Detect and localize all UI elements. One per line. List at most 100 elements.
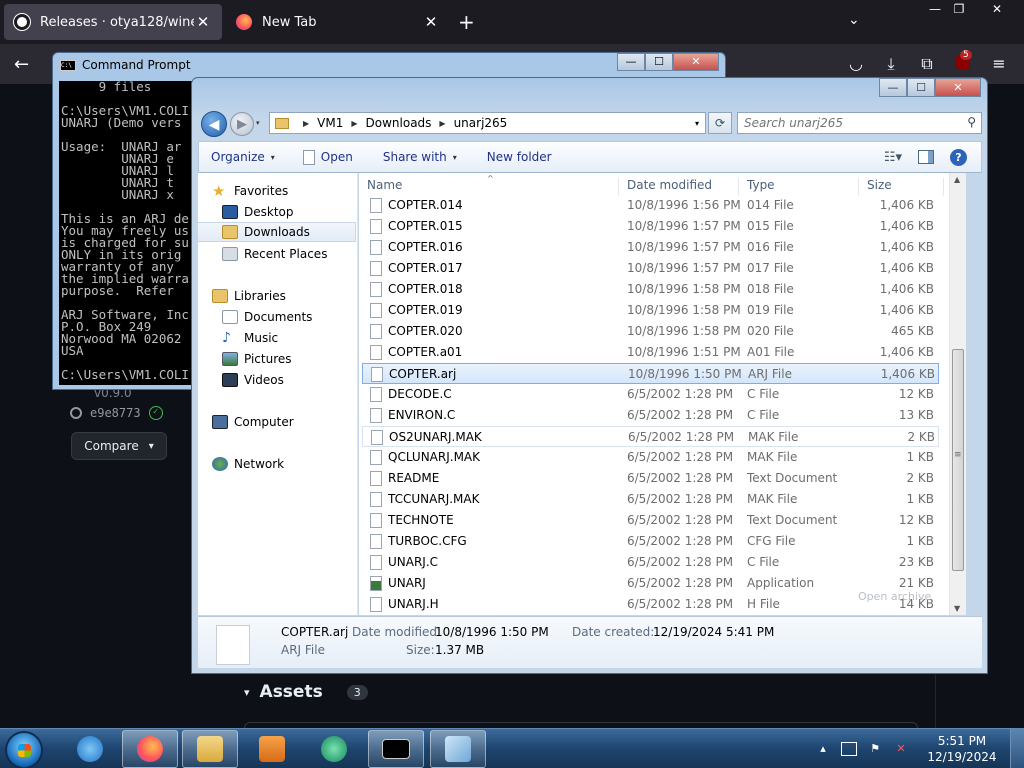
downloads-icon[interactable]: ⤓ xyxy=(880,54,902,74)
compare-button[interactable]: Compare ▾ xyxy=(71,432,167,460)
scroll-thumb[interactable]: ≡ xyxy=(952,349,964,571)
maximize-button[interactable]: ☐ xyxy=(907,78,935,97)
clock[interactable]: 5:51 PM 12/19/2024 xyxy=(914,733,1010,765)
file-row[interactable]: UNARJ.C 6/5/2002 1:28 PM C File 23 KB xyxy=(359,552,939,573)
column-name[interactable]: Name ^ xyxy=(359,174,619,196)
show-hidden-icons-icon[interactable]: ▴ xyxy=(815,742,831,756)
file-row[interactable]: COPTER.020 10/8/1996 1:58 PM 020 File 465 K… xyxy=(359,321,939,342)
file-row[interactable]: COPTER.a01 10/8/1996 1:51 PM A01 File 1,406… xyxy=(359,342,939,363)
breadcrumb-separator-icon[interactable]: ▶ xyxy=(439,119,445,128)
close-button[interactable]: ✕ xyxy=(673,53,719,71)
open-button[interactable]: Open xyxy=(302,149,353,165)
nav-recent-places[interactable]: Recent Places xyxy=(222,244,327,264)
start-button[interactable] xyxy=(5,731,43,768)
file-row[interactable]: ENVIRON.C 6/5/2002 1:28 PM C File 13 KB xyxy=(359,405,939,426)
column-size[interactable]: Size xyxy=(859,178,944,196)
file-row[interactable]: QCLUNARJ.MAK 6/5/2002 1:28 PM MAK File 1 KB xyxy=(359,447,939,468)
share-with-button[interactable]: Share with ▾ xyxy=(383,150,457,164)
extensions-icon[interactable]: ⧉ xyxy=(916,54,938,74)
maximize-button[interactable]: ❐ xyxy=(942,0,976,18)
file-row[interactable]: README 6/5/2002 1:28 PM Text Document 2 KB xyxy=(359,468,939,489)
taskbar-explorer[interactable] xyxy=(182,730,238,768)
nav-downloads[interactable]: Downloads xyxy=(198,222,356,242)
organize-button[interactable]: Organize ▾ xyxy=(211,150,275,164)
cmd-titlebar[interactable]: C:\ Command Prompt — ☐ ✕ xyxy=(53,53,725,77)
back-button[interactable]: ← xyxy=(14,54,29,75)
close-tab-icon[interactable]: ✕ xyxy=(422,13,440,31)
new-tab-button[interactable]: + xyxy=(458,10,475,34)
help-icon[interactable]: ? xyxy=(950,148,967,166)
file-row[interactable]: OS2UNARJ.MAK 6/5/2002 1:28 PM MAK File 2 KB xyxy=(362,426,939,447)
file-row[interactable]: UNARJ 6/5/2002 1:28 PM Application 21 KB xyxy=(359,573,939,594)
tab-new-tab[interactable]: New Tab ✕ xyxy=(226,4,450,40)
close-button[interactable]: ✕ xyxy=(935,78,981,97)
nav-libraries[interactable]: Libraries xyxy=(212,286,286,306)
breadcrumb-downloads[interactable]: Downloads xyxy=(366,116,432,130)
maximize-button[interactable]: ☐ xyxy=(645,53,673,71)
nav-videos[interactable]: Videos xyxy=(222,370,284,390)
recent-pages-dropdown[interactable]: ▾ xyxy=(256,119,260,127)
minimize-button[interactable]: — xyxy=(617,53,645,71)
breadcrumb-vm1[interactable]: VM1 xyxy=(317,116,343,130)
show-desktop-button[interactable] xyxy=(1010,729,1024,768)
column-date-modified[interactable]: Date modified xyxy=(619,178,739,196)
file-row[interactable]: UNARJ.H 6/5/2002 1:28 PM H File 14 KB xyxy=(359,594,939,615)
close-window-button[interactable]: ✕ xyxy=(980,0,1014,18)
file-row[interactable]: COPTER.018 10/8/1996 1:58 PM 018 File 1,406… xyxy=(359,279,939,300)
nav-music[interactable]: ♪ Music xyxy=(222,328,278,348)
file-row[interactable]: TECHNOTE 6/5/2002 1:28 PM Text Document 12 … xyxy=(359,510,939,531)
list-all-tabs-button[interactable]: ⌄ xyxy=(848,12,860,28)
file-list[interactable]: Name ^ Date modified Type Size COPTER.01… xyxy=(359,173,966,615)
file-row[interactable]: COPTER.019 10/8/1996 1:58 PM 019 File 1,406… xyxy=(359,300,939,321)
file-row[interactable]: DECODE.C 6/5/2002 1:28 PM C File 12 KB xyxy=(359,384,939,405)
taskbar-app[interactable] xyxy=(430,730,486,768)
breadcrumb-separator-icon[interactable]: ▶ xyxy=(303,119,309,128)
assets-toggle[interactable]: ▾ Assets 3 xyxy=(244,682,368,702)
nav-pictures[interactable]: Pictures xyxy=(222,349,292,369)
tab-releases[interactable]: Releases · otya128/winevdm ✕ xyxy=(4,4,222,40)
column-type[interactable]: Type xyxy=(739,178,859,196)
taskbar-media-player[interactable] xyxy=(244,730,300,768)
vertical-scrollbar[interactable]: ▲ ≡ ▼ xyxy=(949,173,966,615)
address-bar[interactable]: ▶ VM1 ▶ Downloads ▶ unarj265 ▾ xyxy=(269,112,706,134)
taskbar-firefox[interactable] xyxy=(122,730,178,768)
file-row[interactable]: COPTER.014 10/8/1996 1:56 PM 014 File 1,406… xyxy=(359,195,939,216)
taskbar-command-prompt[interactable] xyxy=(368,730,424,768)
file-row[interactable]: COPTER.016 10/8/1996 1:57 PM 016 File 1,406… xyxy=(359,237,939,258)
taskbar-internet-explorer[interactable] xyxy=(62,730,118,768)
preview-pane-icon[interactable] xyxy=(918,150,934,164)
explorer-window[interactable]: — ☐ ✕ ◀ ▶ ▾ ▶ VM1 ▶ Downloads ▶ unarj265… xyxy=(191,77,988,674)
close-tab-icon[interactable]: ✕ xyxy=(194,13,212,31)
taskbar-app-green[interactable] xyxy=(306,730,362,768)
commit-sha[interactable]: e9e8773 xyxy=(90,406,141,420)
back-arrow-icon[interactable]: ◀ xyxy=(201,111,227,137)
minimize-button[interactable]: — xyxy=(879,78,907,97)
file-row[interactable]: COPTER.017 10/8/1996 1:57 PM 017 File 1,406… xyxy=(359,258,939,279)
search-box[interactable]: ⚲ xyxy=(737,112,982,134)
network-status-icon[interactable] xyxy=(841,742,857,756)
action-center-flag-icon[interactable]: ⚑ xyxy=(867,742,883,756)
nav-favorites[interactable]: ★ Favorites xyxy=(212,181,288,201)
file-row[interactable]: TURBOC.CFG 6/5/2002 1:28 PM CFG File 1 KB xyxy=(359,531,939,552)
forward-arrow-icon[interactable]: ▶ xyxy=(230,112,254,136)
pocket-icon[interactable]: ◡ xyxy=(845,54,867,73)
new-folder-button[interactable]: New folder xyxy=(487,150,552,164)
search-input[interactable] xyxy=(738,113,958,133)
breadcrumb-separator-icon[interactable]: ▶ xyxy=(351,119,357,128)
commit-link[interactable]: e9e8773 ✓ xyxy=(70,406,163,420)
nav-desktop[interactable]: Desktop xyxy=(222,202,294,222)
breadcrumb-unarj265[interactable]: unarj265 xyxy=(454,116,508,130)
nav-computer[interactable]: Computer xyxy=(212,412,294,432)
refresh-button[interactable]: ⟳ xyxy=(708,112,732,134)
nav-documents[interactable]: Documents xyxy=(222,307,312,327)
menu-icon[interactable]: ≡ xyxy=(988,54,1010,73)
scroll-down-icon[interactable]: ▼ xyxy=(954,604,960,613)
file-row[interactable]: TCCUNARJ.MAK 6/5/2002 1:28 PM MAK File 1 KB xyxy=(359,489,939,510)
scroll-up-icon[interactable]: ▲ xyxy=(954,175,960,184)
address-history-dropdown[interactable]: ▾ xyxy=(695,119,699,128)
file-row[interactable]: COPTER.015 10/8/1996 1:57 PM 015 File 1,406… xyxy=(359,216,939,237)
volume-muted-icon[interactable]: ✕ xyxy=(893,742,909,756)
file-row[interactable]: COPTER.arj 10/8/1996 1:50 PM ARJ File 1,406… xyxy=(362,363,939,384)
change-view-icon[interactable]: ☷▾ xyxy=(884,150,902,165)
search-icon[interactable]: ⚲ xyxy=(967,115,976,129)
